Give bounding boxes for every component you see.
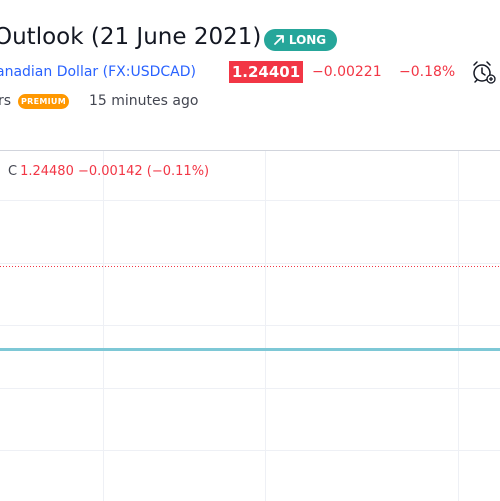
ohlc-close-label: C	[8, 164, 18, 179]
author-name[interactable]: rs	[0, 91, 11, 111]
arrow-up-right-icon	[273, 35, 284, 45]
publish-time: 15 minutes ago	[89, 93, 199, 109]
chart-grid	[0, 151, 500, 501]
ohlc-change-abs: −0.00142	[77, 164, 143, 179]
price-change-abs: −0.00221	[312, 64, 382, 80]
premium-badge: PREMIUM	[18, 94, 69, 109]
ohlc-change-pct: (−0.11%)	[146, 164, 210, 179]
symbol-ticker[interactable]: (FX:USDCAD)	[98, 64, 196, 80]
ohlc-readout: C 1.24480 −0.00142 (−0.11%)	[8, 163, 209, 181]
symbol-name[interactable]: anadian Dollar	[0, 64, 98, 80]
last-price-box: 1.24401	[229, 61, 303, 83]
idea-title: Outlook (21 June 2021)	[0, 24, 262, 50]
long-badge-label: LONG	[288, 33, 327, 47]
ohlc-close-value: 1.24480	[20, 164, 74, 179]
chart-area[interactable]	[0, 150, 500, 501]
symbol-link[interactable]: anadian Dollar (FX:USDCAD)	[0, 62, 196, 82]
price-change-pct: −0.18%	[399, 64, 456, 80]
alarm-clock-icon[interactable]	[470, 59, 496, 85]
long-badge: LONG	[264, 29, 337, 51]
